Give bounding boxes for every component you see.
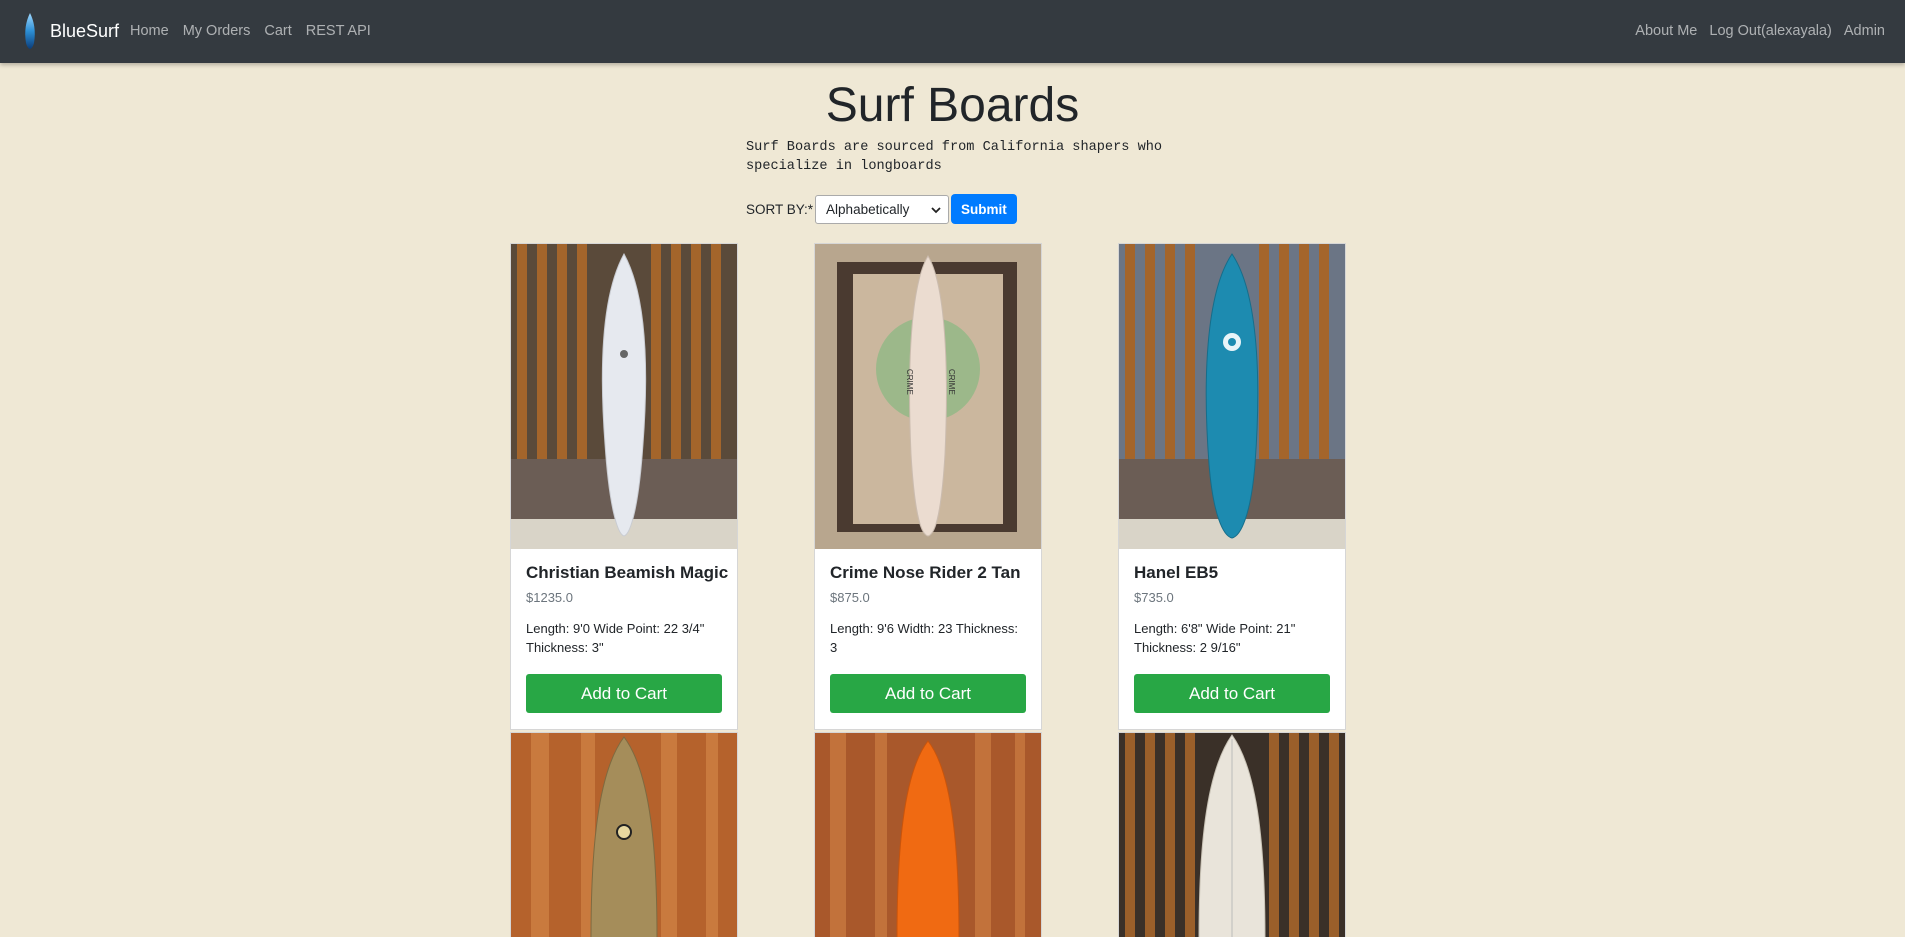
product-card xyxy=(814,732,1042,937)
product-image[interactable] xyxy=(511,244,737,549)
add-to-cart-button[interactable]: Add to Cart xyxy=(830,674,1026,713)
add-to-cart-button[interactable]: Add to Cart xyxy=(1134,674,1330,713)
add-to-cart-button[interactable]: Add to Cart xyxy=(526,674,722,713)
product-name: Christian Beamish Magic xyxy=(526,563,729,582)
navbar: BlueSurf Home My Orders Cart REST API Ab… xyxy=(0,0,1905,63)
nav-admin[interactable]: Admin xyxy=(1844,23,1885,39)
submit-button[interactable]: Submit xyxy=(951,194,1017,224)
nav-rest-api[interactable]: REST API xyxy=(306,23,371,39)
product-card: Christian Beamish Magic $1235.0 Length: … xyxy=(510,243,738,730)
product-name: Crime Nose Rider 2 Tan xyxy=(830,563,1021,582)
product-specs: Length: 6'8" Wide Point: 21" Thickness: … xyxy=(1134,621,1296,655)
product-specs: Length: 9'0 Wide Point: 22 3/4" Thicknes… xyxy=(526,621,705,655)
svg-text:CRIME: CRIME xyxy=(947,369,956,395)
product-card: CRIME CRIME Crime Nose Rider 2 Tan $875.… xyxy=(814,243,1042,730)
sort-form: SORT BY:* Alphabetically Submit xyxy=(746,194,1017,224)
product-name: Hanel EB5 xyxy=(1134,563,1219,582)
sort-selected-value: Alphabetically xyxy=(826,201,910,217)
brand[interactable]: BlueSurf xyxy=(24,13,119,49)
product-image[interactable] xyxy=(511,733,737,937)
product-card: Hanel EB5 $735.0 Length: 6'8" Wide Point… xyxy=(1118,243,1346,730)
nav-about-me[interactable]: About Me xyxy=(1635,23,1697,39)
product-image[interactable] xyxy=(1119,733,1345,937)
surfboard-logo-icon xyxy=(25,13,35,49)
nav-log-out[interactable]: Log Out(alexayala) xyxy=(1709,23,1832,39)
product-card xyxy=(1118,732,1346,937)
product-card xyxy=(510,732,738,937)
page-title: Surf Boards xyxy=(825,79,1080,132)
nav-cart[interactable]: Cart xyxy=(264,23,291,39)
product-price: $735.0 xyxy=(1134,590,1174,605)
brand-name[interactable]: BlueSurf xyxy=(50,21,119,42)
product-image[interactable]: CRIME CRIME xyxy=(815,244,1041,549)
nav-right: About Me Log Out(alexayala) Admin xyxy=(1623,0,1885,61)
product-specs: Length: 9'6 Width: 23 Thickness: 3 xyxy=(830,621,1018,655)
nav-left: Home My Orders Cart REST API xyxy=(130,0,385,61)
page-description: Surf Boards are sourced from California … xyxy=(746,140,1163,174)
sort-select[interactable]: Alphabetically xyxy=(815,194,950,224)
svg-text:CRIME: CRIME xyxy=(905,369,914,395)
sort-label: SORT BY:* xyxy=(746,201,814,217)
product-image[interactable] xyxy=(815,733,1041,937)
nav-home[interactable]: Home xyxy=(130,23,169,39)
product-price: $875.0 xyxy=(830,590,870,605)
product-image[interactable] xyxy=(1119,244,1345,549)
chevron-down-icon xyxy=(931,206,941,213)
nav-my-orders[interactable]: My Orders xyxy=(183,23,251,39)
product-price: $1235.0 xyxy=(526,590,573,605)
